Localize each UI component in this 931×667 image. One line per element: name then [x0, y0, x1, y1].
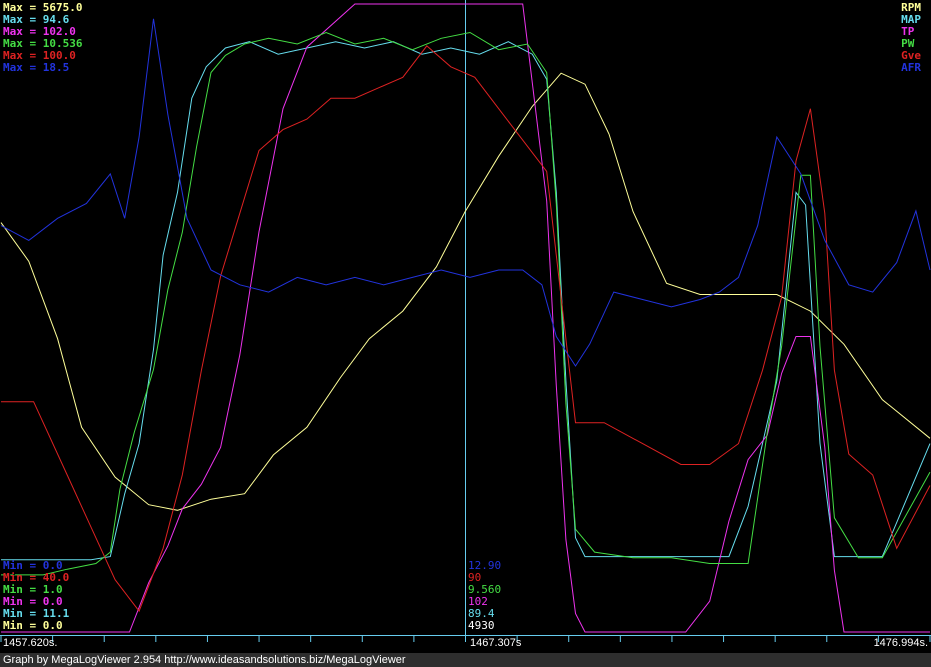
cursor-values-panel: 12.90 90 9.560 102 89.4 4930 — [468, 560, 501, 632]
footer-credit: Graph by MegaLogViewer 2.954 http://www.… — [0, 653, 931, 667]
afr-max-label: Max = 18.5 — [3, 61, 70, 74]
time-axis[interactable]: 1457.620s. 1467.307s 1476.994s. — [0, 635, 931, 654]
log-graph-area[interactable]: Max = 5675.0 Max = 94.6 Max = 102.0 Max … — [0, 0, 931, 635]
time-end-label: 1476.994s. — [873, 637, 928, 649]
rpm-current-value: 4930 — [468, 619, 495, 632]
time-cursor-label: 1467.307s — [470, 637, 522, 649]
max-values-panel: Max = 5675.0 Max = 94.6 Max = 102.0 Max … — [3, 2, 82, 74]
time-axis-ticks — [0, 636, 931, 642]
legend: RPM MAP TP PW Gve AFR — [901, 2, 921, 74]
time-start-label: 1457.620s. — [3, 637, 58, 649]
footer-text: Graph by MegaLogViewer 2.954 http://www.… — [3, 654, 406, 666]
legend-afr[interactable]: AFR — [901, 62, 921, 74]
log-graph[interactable] — [0, 0, 931, 635]
min-values-panel: Min = 0.0 Min = 40.0 Min = 1.0 Min = 0.0… — [3, 560, 69, 632]
rpm-min-label: Min = 0.0 — [3, 619, 63, 632]
